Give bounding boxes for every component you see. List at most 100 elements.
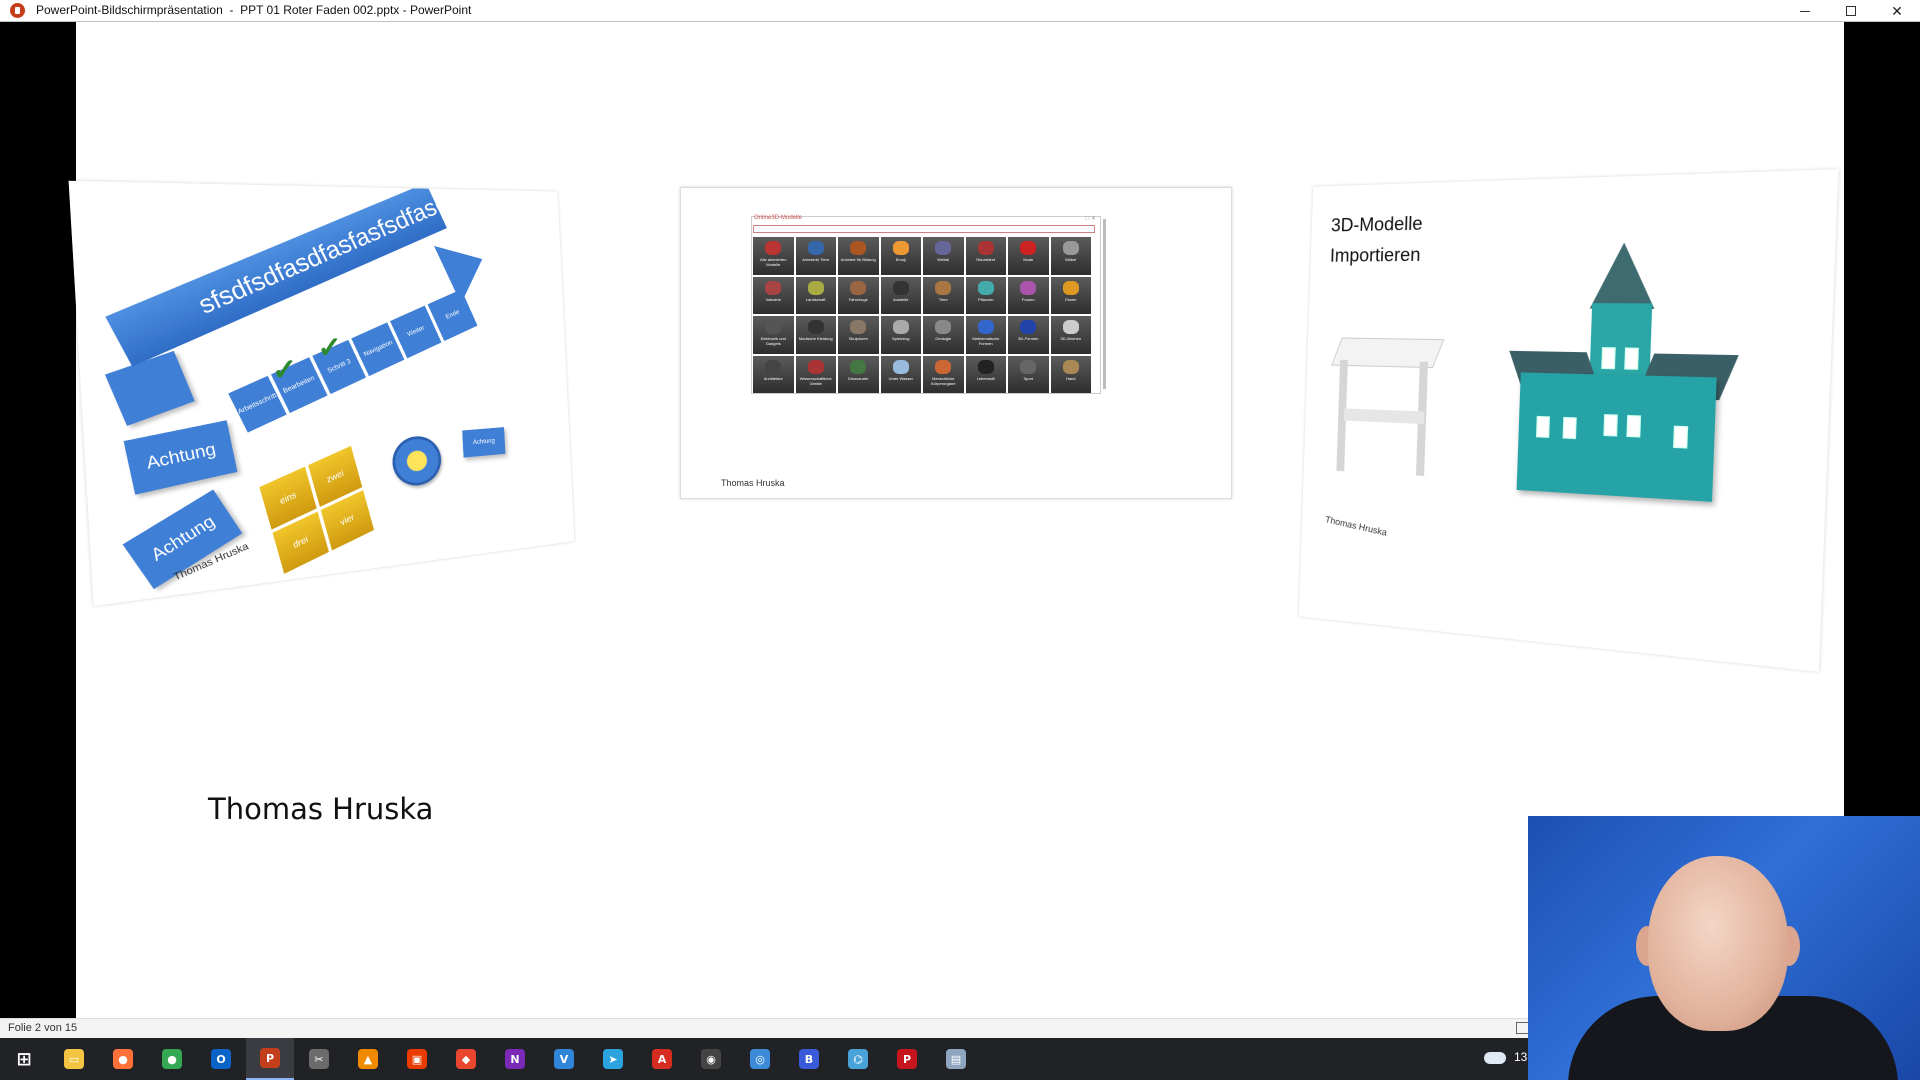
blue-app-icon: B bbox=[799, 1049, 819, 1069]
taskbar-item[interactable]: ⊞ bbox=[0, 1038, 48, 1080]
tile-thumbnail bbox=[977, 359, 994, 374]
tray-clock[interactable]: 13 bbox=[1514, 1050, 1527, 1064]
taskbar-item[interactable]: V bbox=[540, 1038, 588, 1080]
tile-label: Animiert für Bildung bbox=[840, 257, 876, 262]
tile-label: Menschliche Körperorgane bbox=[931, 375, 956, 386]
taskbar-item[interactable]: ◆ bbox=[442, 1038, 490, 1080]
taskbar-item[interactable]: P bbox=[883, 1038, 931, 1080]
circle-app-icon: ◎ bbox=[750, 1049, 770, 1069]
taskbar-item[interactable]: ▲ bbox=[344, 1038, 392, 1080]
gallery-search-field bbox=[753, 225, 1095, 233]
chrome-icon: ● bbox=[162, 1049, 182, 1069]
onedrive-icon[interactable] bbox=[1484, 1052, 1506, 1064]
tile-label: Mode bbox=[1023, 257, 1034, 262]
taskbar-item[interactable]: N bbox=[491, 1038, 539, 1080]
tile-thumbnail bbox=[807, 359, 824, 374]
taskbar-item[interactable]: ▭ bbox=[50, 1038, 98, 1080]
tile-label: Wissenschaftliche Geräte bbox=[799, 375, 832, 386]
gallery-tile: Menschliche Körperorgane bbox=[923, 355, 964, 393]
file-explorer-icon: ▭ bbox=[64, 1049, 84, 1069]
chevron-process: Arbeitsschritt 1 Bearbeiten Schritt 3 Na… bbox=[228, 289, 478, 447]
house-model bbox=[1509, 241, 1739, 502]
gallery-tile: Pflanzen bbox=[965, 276, 1006, 314]
gallery-tile: Mode bbox=[1008, 237, 1049, 275]
tile-label: Tiere bbox=[938, 296, 948, 302]
tile-label: Weltall bbox=[937, 257, 950, 262]
gallery-tile: Landschaft bbox=[795, 276, 836, 314]
tile-label: Geologie bbox=[935, 336, 952, 341]
tile-thumbnail bbox=[1020, 320, 1036, 334]
pdf-app-icon: A bbox=[652, 1049, 672, 1069]
tile-thumbnail bbox=[765, 280, 781, 295]
tile-thumbnail bbox=[1020, 359, 1036, 374]
taskbar-item[interactable]: ◎ bbox=[736, 1038, 784, 1080]
tile-label: Emoji bbox=[895, 257, 906, 262]
tile-label: Raumfahrt bbox=[976, 257, 996, 262]
outlook-icon: O bbox=[211, 1049, 231, 1069]
taskbar-item[interactable]: ✂ bbox=[295, 1038, 343, 1080]
radial-wheel-shape bbox=[391, 434, 443, 488]
v-app-icon: V bbox=[554, 1049, 574, 1069]
tile-thumbnail bbox=[892, 280, 909, 295]
tile-label: Landschaft bbox=[805, 296, 826, 302]
taskbar-item[interactable]: O bbox=[197, 1038, 245, 1080]
minimize-button[interactable] bbox=[1782, 0, 1828, 22]
taskbar-item[interactable]: B bbox=[785, 1038, 833, 1080]
slide-thumbnail-smartart[interactable]: sfsdfsdfasdfasfasfsdfasdfasdfasdfada Arb… bbox=[68, 180, 575, 607]
gallery-tile: Unter Wasser bbox=[880, 355, 921, 393]
onenote-icon: N bbox=[505, 1049, 525, 1069]
tile-thumbnail bbox=[850, 359, 866, 374]
taskbar-item[interactable]: A bbox=[638, 1038, 686, 1080]
slide-thumbnail-3d-import[interactable]: 3D-Modelle Importieren Thomas Hruska bbox=[1298, 169, 1839, 672]
gallery-tile: Spielzeug bbox=[880, 316, 921, 354]
tile-label: Essen bbox=[1065, 296, 1077, 302]
tile-thumbnail bbox=[1020, 241, 1036, 255]
slide-thumbnail-gallery[interactable]: Online3D-Modelle □ ✕ Alle animierten Mod… bbox=[680, 187, 1232, 499]
house-body bbox=[1516, 372, 1717, 502]
taskbar-item[interactable]: ⌬ bbox=[834, 1038, 882, 1080]
tile-thumbnail bbox=[977, 280, 994, 295]
window bbox=[1673, 425, 1689, 449]
app-red-icon: ◆ bbox=[456, 1049, 476, 1069]
window bbox=[1624, 347, 1639, 370]
tile-thumbnail bbox=[892, 320, 909, 334]
achtung-small-shape: Achtung bbox=[462, 427, 506, 458]
gallery-tile: Tiere bbox=[923, 276, 964, 314]
taskbar-item[interactable]: ● bbox=[99, 1038, 147, 1080]
taskbar-item[interactable]: P bbox=[246, 1038, 294, 1080]
gallery-tile: Raumfahrt bbox=[965, 237, 1006, 275]
achtung-button-shape: Achtung bbox=[123, 420, 238, 495]
tile-label: 3D-Formen bbox=[1018, 336, 1039, 341]
office-icon: ▣ bbox=[407, 1049, 427, 1069]
tile-thumbnail bbox=[935, 241, 951, 255]
tile-thumbnail bbox=[850, 320, 866, 334]
slide-author-text: Thomas Hruska bbox=[208, 792, 434, 826]
tile-thumbnail bbox=[1020, 280, 1036, 295]
gallery-tile: Hand bbox=[1050, 355, 1091, 393]
taskbar-item[interactable]: ▣ bbox=[393, 1038, 441, 1080]
close-button[interactable]: ✕ bbox=[1874, 0, 1920, 22]
powerpoint-app-icon bbox=[10, 3, 25, 18]
taskbar-item[interactable]: ● bbox=[148, 1038, 196, 1080]
tile-label: Spielzeug bbox=[891, 336, 910, 341]
tile-thumbnail bbox=[1062, 280, 1079, 295]
gold-matrix: eins zwei drei vier bbox=[259, 445, 375, 574]
checkmark-icon: ✓ bbox=[316, 330, 343, 365]
taskbar-item[interactable]: ▤ bbox=[932, 1038, 980, 1080]
powerpoint-icon: P bbox=[260, 1048, 280, 1068]
restore-button[interactable] bbox=[1828, 0, 1874, 22]
tile-label: Lebensstil bbox=[976, 375, 995, 381]
firefox-icon: ● bbox=[113, 1049, 133, 1069]
white-table-model bbox=[1331, 337, 1445, 484]
taskbar-item[interactable]: ➤ bbox=[589, 1038, 637, 1080]
restore-icon bbox=[1846, 6, 1856, 16]
gallery-tile: Modische Kleidung bbox=[795, 316, 836, 354]
online-3d-models-dialog: Online3D-Modelle □ ✕ Alle animierten Mod… bbox=[751, 215, 1106, 394]
tile-thumbnail bbox=[1062, 241, 1079, 255]
vlc-icon: ▲ bbox=[358, 1049, 378, 1069]
taskbar-item[interactable]: ◉ bbox=[687, 1038, 735, 1080]
gallery-tile: Geologie bbox=[923, 316, 964, 354]
tile-label: Sport bbox=[1023, 375, 1034, 381]
tile-label: Modische Kleidung bbox=[798, 336, 833, 341]
gallery-tile: Architektur bbox=[753, 355, 794, 393]
